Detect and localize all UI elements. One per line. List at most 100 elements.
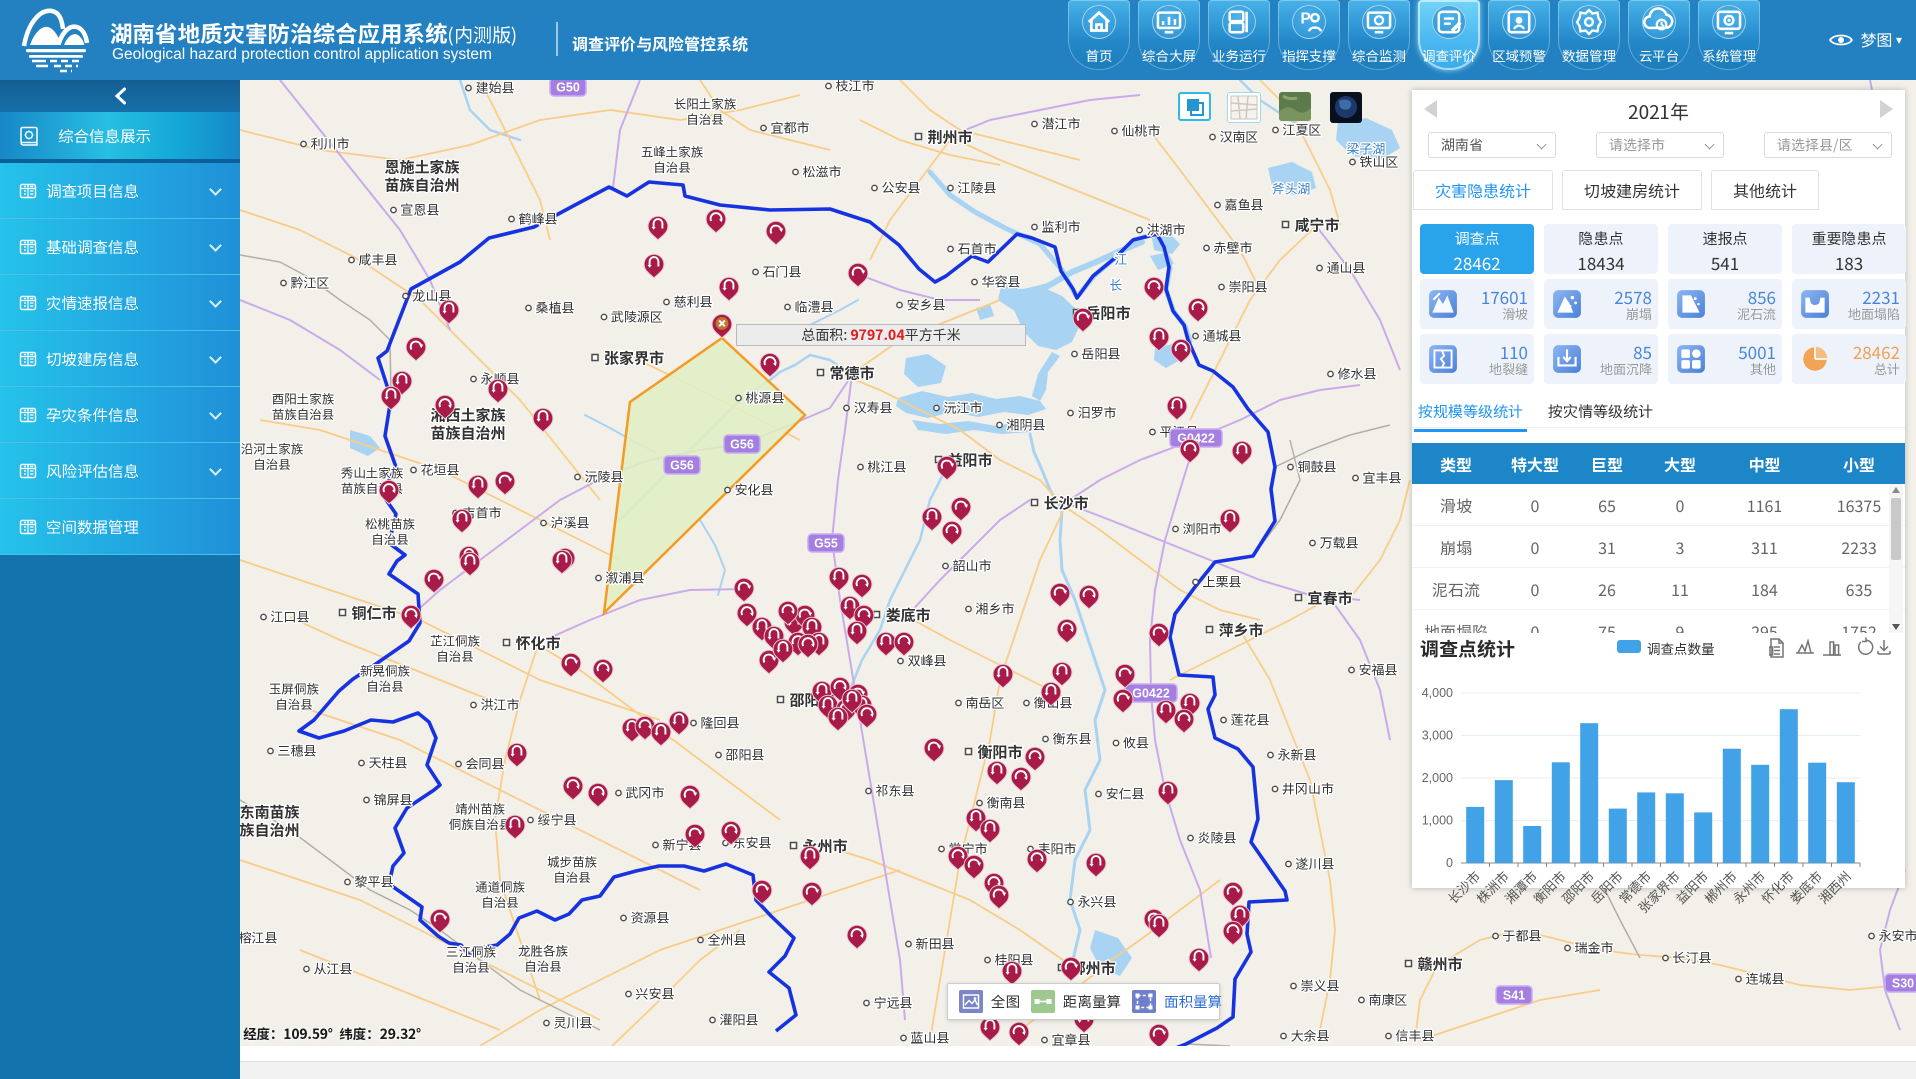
svg-text:沅江市: 沅江市 xyxy=(943,398,982,417)
svg-text:从江县: 从江县 xyxy=(313,959,352,978)
svg-text:于都县: 于都县 xyxy=(1502,926,1541,945)
svg-text:隆回县: 隆回县 xyxy=(700,713,739,732)
svg-text:慈利县: 慈利县 xyxy=(673,292,712,311)
svg-text:赤壁市: 赤壁市 xyxy=(1213,238,1252,257)
svg-text:龙胜各族自治县: 龙胜各族自治县 xyxy=(517,941,569,976)
svg-text:鹤峰县: 鹤峰县 xyxy=(518,209,557,228)
svg-text:宁远县: 宁远县 xyxy=(873,993,912,1012)
svg-text:衡南县: 衡南县 xyxy=(986,793,1025,812)
svg-text:桑植县: 桑植县 xyxy=(535,298,574,317)
svg-text:公安县: 公安县 xyxy=(881,178,920,197)
svg-text:华容县: 华容县 xyxy=(981,272,1020,291)
svg-text:南岳区: 南岳区 xyxy=(965,693,1004,712)
svg-text:汉南区: 汉南区 xyxy=(1218,127,1258,146)
svg-text:大余县: 大余县 xyxy=(1290,1026,1329,1045)
svg-text:长: 长 xyxy=(1109,275,1122,294)
svg-text:2,000: 2,000 xyxy=(1422,771,1453,785)
svg-text:天柱县: 天柱县 xyxy=(368,753,407,772)
svg-text:宜丰县: 宜丰县 xyxy=(1362,468,1401,487)
svg-text:会同县: 会同县 xyxy=(465,754,504,773)
svg-text:恩施土家族苗族自治州: 恩施土家族苗族自治州 xyxy=(384,156,459,195)
svg-text:石首市: 石首市 xyxy=(957,239,996,258)
svg-text:溆浦县: 溆浦县 xyxy=(605,568,644,587)
svg-text:洪江市: 洪江市 xyxy=(480,695,519,714)
svg-text:泸溪县: 泸溪县 xyxy=(550,513,589,532)
svg-text:韶山市: 韶山市 xyxy=(952,556,991,575)
svg-text:资源县: 资源县 xyxy=(630,908,669,927)
svg-text:湘乡市: 湘乡市 xyxy=(975,599,1014,618)
svg-text:G56: G56 xyxy=(670,459,694,473)
svg-text:赣州市: 赣州市 xyxy=(1417,953,1462,974)
svg-text:利川市: 利川市 xyxy=(310,134,349,153)
svg-text:桃江县: 桃江县 xyxy=(867,457,906,476)
svg-text:沅陵县: 沅陵县 xyxy=(584,467,623,486)
svg-text:榕江县: 榕江县 xyxy=(240,928,278,947)
svg-text:芷江侗族自治县: 芷江侗族自治县 xyxy=(430,631,481,666)
svg-text:炎陵县: 炎陵县 xyxy=(1197,828,1236,847)
svg-text:黔江区: 黔江区 xyxy=(290,273,329,292)
svg-text:建始县: 建始县 xyxy=(475,80,514,97)
svg-text:永兴县: 永兴县 xyxy=(1077,892,1116,911)
svg-text:修水县: 修水县 xyxy=(1337,364,1376,383)
svg-text:玉屏侗族自治县: 玉屏侗族自治县 xyxy=(269,679,320,714)
svg-text:枝江市: 枝江市 xyxy=(834,80,874,95)
svg-text:石门县: 石门县 xyxy=(762,262,801,281)
svg-text:绥宁县: 绥宁县 xyxy=(537,810,576,829)
svg-text:遂川县: 遂川县 xyxy=(1295,854,1334,873)
svg-text:锦屏县: 锦屏县 xyxy=(373,790,412,809)
svg-text:常德市: 常德市 xyxy=(829,362,874,383)
svg-text:兴安县: 兴安县 xyxy=(635,984,674,1003)
svg-text:斧头湖: 斧头湖 xyxy=(1271,179,1310,198)
svg-text:宜都市: 宜都市 xyxy=(770,118,809,137)
svg-text:三江侗族自治县: 三江侗族自治县 xyxy=(446,942,497,977)
svg-text:酉阳土家族苗族自治县: 酉阳土家族苗族自治县 xyxy=(272,389,335,424)
svg-text:宜春市: 宜春市 xyxy=(1307,587,1352,608)
svg-text:祁东县: 祁东县 xyxy=(875,781,914,800)
svg-text:通道侗族自治县: 通道侗族自治县 xyxy=(475,877,526,912)
svg-text:邵阳县: 邵阳县 xyxy=(725,745,764,764)
svg-text:江口县: 江口县 xyxy=(270,607,309,626)
svg-text:全州县: 全州县 xyxy=(707,930,746,949)
svg-text:咸宁市: 咸宁市 xyxy=(1294,214,1339,235)
svg-text:安仁县: 安仁县 xyxy=(1105,784,1144,803)
svg-text:三穗县: 三穗县 xyxy=(277,741,316,760)
svg-text:通山县: 通山县 xyxy=(1326,258,1365,277)
svg-text:娄底市: 娄底市 xyxy=(885,604,930,625)
svg-text:松桃苗族自治县: 松桃苗族自治县 xyxy=(365,514,416,549)
svg-text:4,000: 4,000 xyxy=(1422,686,1453,700)
svg-text:汨罗市: 汨罗市 xyxy=(1077,403,1116,422)
svg-text:铜鼓县: 铜鼓县 xyxy=(1297,457,1336,476)
svg-text:瑞金市: 瑞金市 xyxy=(1574,938,1613,957)
svg-text:长沙市: 长沙市 xyxy=(1043,492,1088,513)
svg-text:蓝山县: 蓝山县 xyxy=(910,1028,949,1047)
svg-text:浏阳市: 浏阳市 xyxy=(1182,519,1221,538)
svg-text:安乡县: 安乡县 xyxy=(906,295,945,314)
svg-text:荆州市: 荆州市 xyxy=(927,126,972,147)
svg-text:安化县: 安化县 xyxy=(734,480,773,499)
svg-text:G50: G50 xyxy=(556,81,580,95)
svg-text:临澧县: 临澧县 xyxy=(794,297,833,316)
svg-text:灵川县: 灵川县 xyxy=(553,1013,592,1032)
svg-text:花垣县: 花垣县 xyxy=(420,460,459,479)
svg-text:衡阳市: 衡阳市 xyxy=(977,741,1022,762)
svg-text:莲花县: 莲花县 xyxy=(1230,710,1269,729)
svg-text:信丰县: 信丰县 xyxy=(1395,1026,1434,1045)
svg-text:南康区: 南康区 xyxy=(1368,990,1407,1009)
svg-text:汉寿县: 汉寿县 xyxy=(852,398,892,417)
svg-text:1,000: 1,000 xyxy=(1422,814,1453,828)
svg-text:3,000: 3,000 xyxy=(1422,729,1453,743)
svg-text:0: 0 xyxy=(1446,856,1453,870)
svg-text:攸县: 攸县 xyxy=(1123,733,1149,752)
svg-text:铁山区: 铁山区 xyxy=(1359,152,1398,171)
svg-text:P: P xyxy=(1300,11,1310,28)
svg-text:武陵源区: 武陵源区 xyxy=(611,307,663,326)
svg-text:永新县: 永新县 xyxy=(1277,745,1316,764)
svg-text:崇阳县: 崇阳县 xyxy=(1228,277,1267,296)
svg-text:湘西州: 湘西州 xyxy=(1814,866,1855,907)
svg-text:怀化市: 怀化市 xyxy=(515,632,560,653)
svg-text:松滋市: 松滋市 xyxy=(802,162,841,181)
svg-text:江夏区: 江夏区 xyxy=(1282,120,1321,139)
svg-text:张家界市: 张家界市 xyxy=(604,347,664,368)
svg-text:S41: S41 xyxy=(1503,989,1525,1003)
svg-text:黔东南苗族侗族自治州: 黔东南苗族侗族自治州 xyxy=(240,801,300,840)
